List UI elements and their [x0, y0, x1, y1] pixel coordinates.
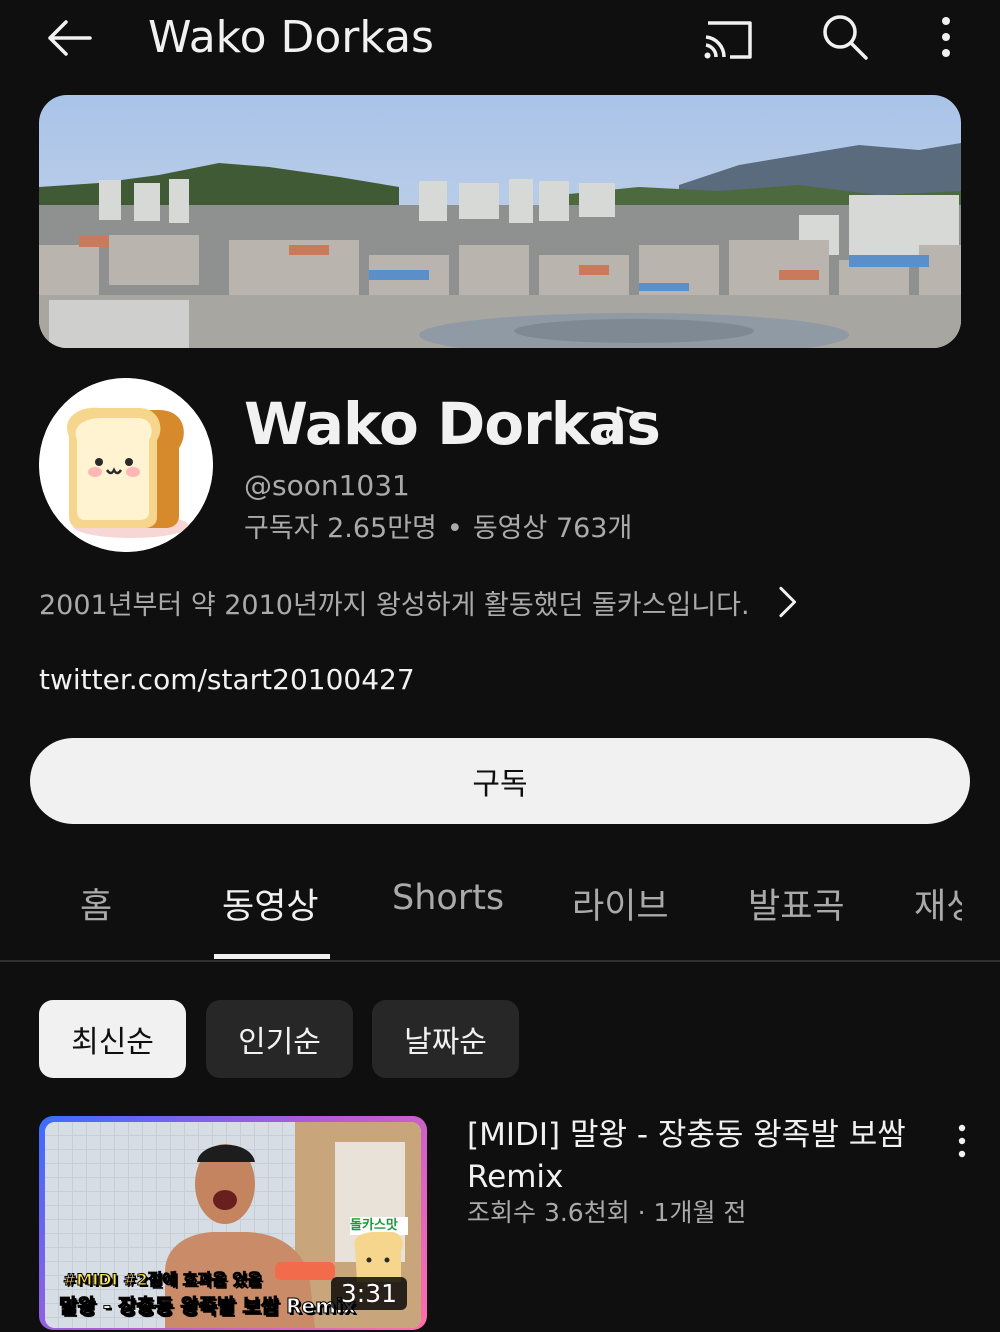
- video-title[interactable]: [MIDI] 말왕 - 장충동 왕족발 보쌈 Remix: [467, 1114, 927, 1198]
- top-app-bar: Wako Dorkas: [0, 0, 1000, 80]
- video-thumbnail[interactable]: #MIDI #2절에 효과음 있음 말왕 - 장충동 왕족발 보쌈 Remix …: [39, 1116, 427, 1330]
- more-options-button[interactable]: [920, 6, 972, 68]
- thumbnail-tag: 돌카스맛: [350, 1218, 398, 1233]
- cast-icon: [704, 21, 752, 59]
- thumbnail-caption-top: #MIDI #2절에 효과음 있음: [63, 1270, 263, 1290]
- channel-description-row[interactable]: 2001년부터 약 2010년까지 왕성하게 활동했던 돌카스입니다.: [39, 580, 799, 624]
- more-vert-icon: [958, 1124, 966, 1158]
- tab-videos[interactable]: 동영상: [222, 878, 319, 929]
- channel-name: Wako Dorkas: [244, 390, 661, 458]
- search-button[interactable]: [812, 6, 878, 68]
- tab-shorts[interactable]: Shorts: [392, 878, 504, 918]
- thumbnail-image: #MIDI #2절에 효과음 있음 말왕 - 장충동 왕족발 보쌈 Remix …: [45, 1122, 421, 1328]
- subscribe-button[interactable]: 구독: [30, 738, 970, 824]
- sort-chip-oldest[interactable]: 날짜순: [372, 1000, 519, 1078]
- channel-stats: 구독자 2.65만명 • 동영상 763개: [244, 511, 632, 547]
- chevron-right-icon: [778, 586, 796, 618]
- channel-banner: [39, 95, 961, 348]
- channel-tabs: 홈 동영상 Shorts 라이브 발표곡 재생: [0, 858, 962, 960]
- tabs-divider: [0, 960, 1000, 962]
- app-bar-title: Wako Dorkas: [148, 12, 434, 63]
- video-count: 동영상 763개: [472, 513, 633, 544]
- tab-releases[interactable]: 발표곡: [748, 878, 845, 929]
- tab-live[interactable]: 라이브: [572, 878, 669, 929]
- tab-playlists[interactable]: 재생: [914, 878, 962, 929]
- channel-handle: @soon1031: [244, 469, 410, 502]
- sort-chip-latest[interactable]: 최신순: [39, 1000, 186, 1078]
- active-tab-indicator: [214, 954, 330, 959]
- stats-separator: •: [446, 513, 463, 544]
- search-icon: [823, 15, 868, 60]
- video-more-button[interactable]: [940, 1116, 984, 1166]
- bread-avatar-icon: [39, 378, 213, 552]
- arrow-back-icon: [48, 20, 92, 56]
- cast-button[interactable]: [694, 8, 760, 70]
- sort-chip-popular[interactable]: 인기순: [206, 1000, 353, 1078]
- channel-external-link[interactable]: twitter.com/start20100427: [39, 660, 415, 700]
- subscriber-count: 구독자 2.65만명: [244, 513, 437, 544]
- channel-avatar[interactable]: [39, 378, 213, 552]
- channel-description: 2001년부터 약 2010년까지 왕성하게 활동했던 돌카스입니다.: [39, 589, 750, 621]
- video-meta: 조회수 3.6천회 · 1개월 전: [467, 1198, 747, 1227]
- video-duration-badge: 3:31: [330, 1277, 407, 1310]
- back-button[interactable]: [36, 8, 100, 68]
- thumbnail-caption-bottom: 말왕 - 장충동 왕족발 보쌈 Remix: [59, 1294, 357, 1319]
- tab-home[interactable]: 홈: [80, 878, 112, 929]
- more-vert-icon: [942, 17, 950, 57]
- music-note-icon: [606, 406, 634, 441]
